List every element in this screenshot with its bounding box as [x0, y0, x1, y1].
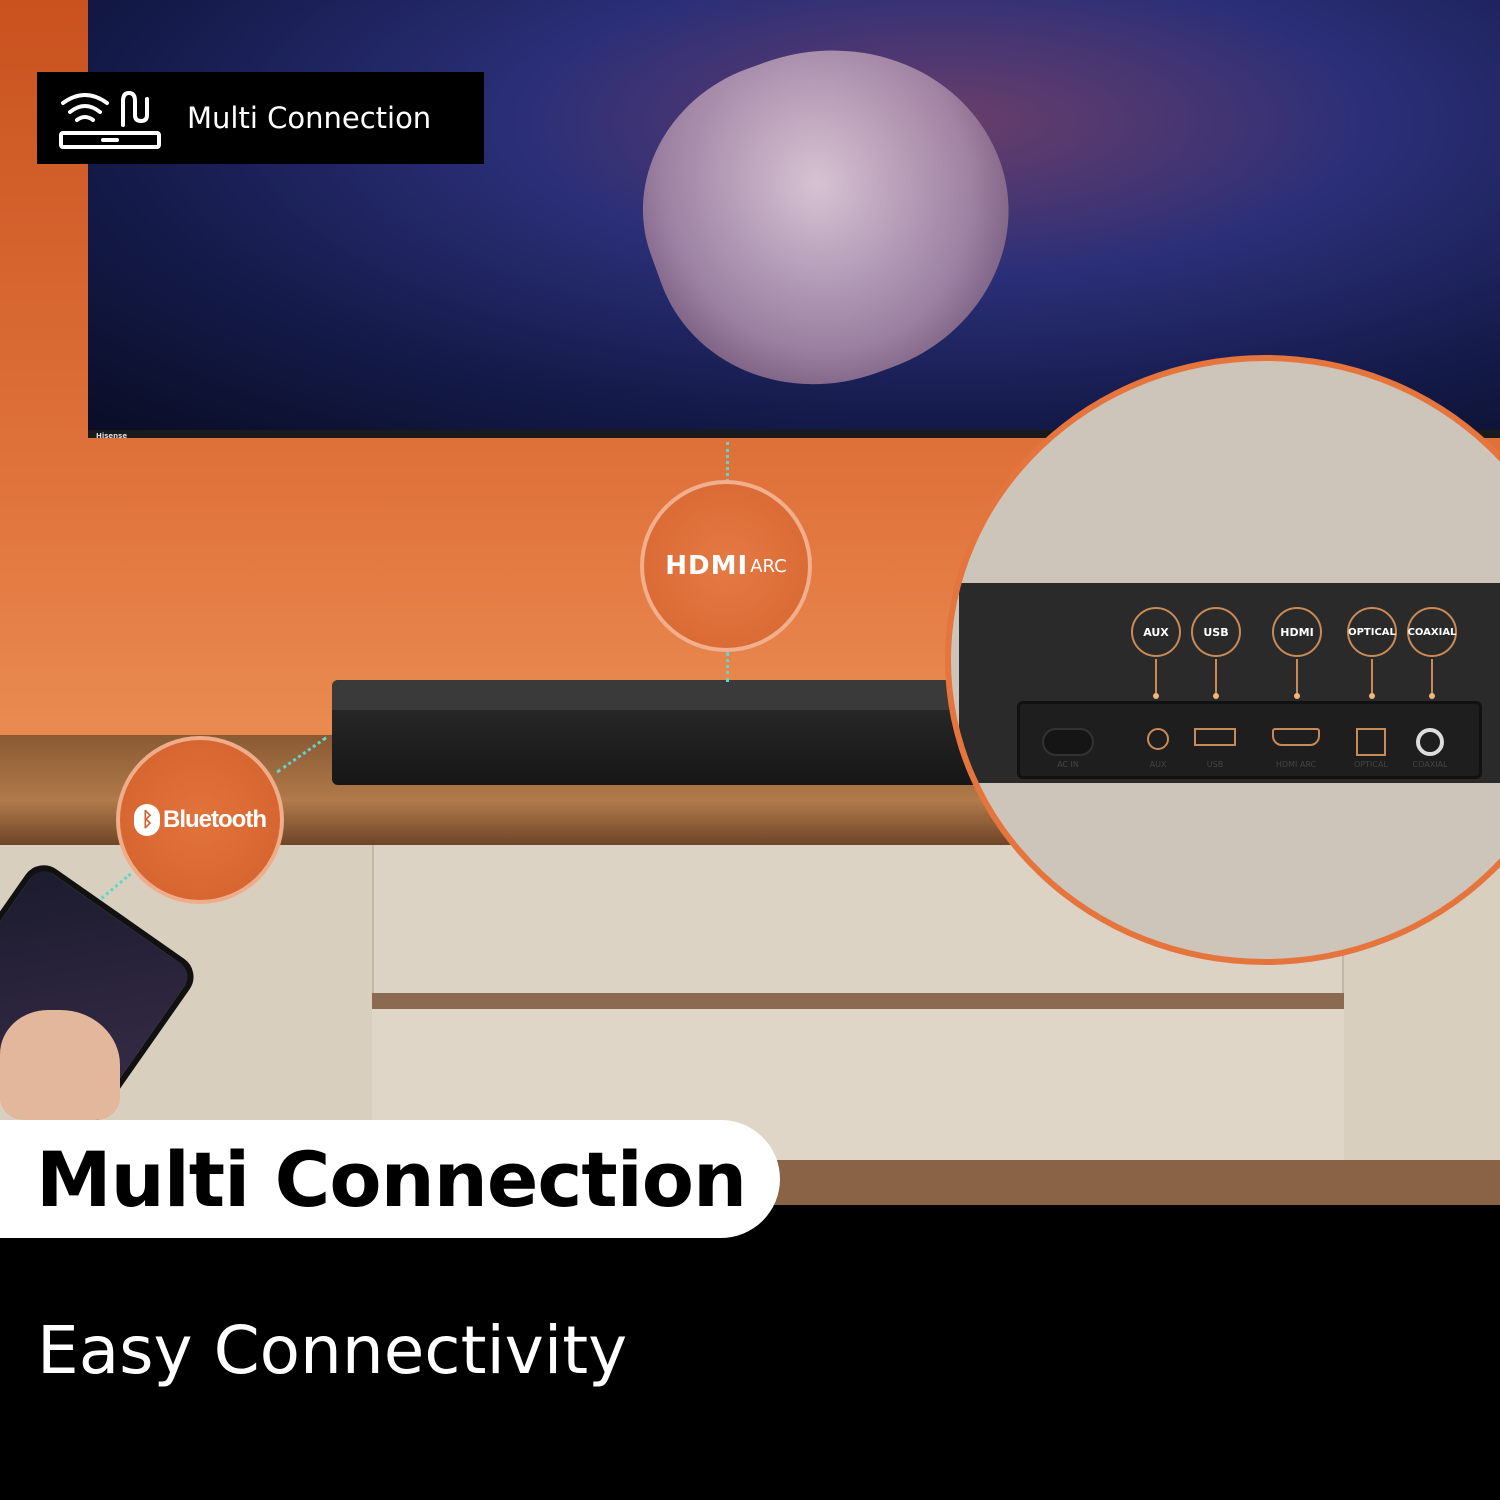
- guitar-image: [602, 0, 1054, 432]
- feature-badge-label: Multi Connection: [187, 101, 432, 135]
- callout-usb: USB: [1191, 607, 1241, 657]
- port-label: HDMI ARC: [1275, 760, 1317, 769]
- port-label: AC IN: [1057, 760, 1079, 769]
- headline-pill: Multi Connection: [0, 1120, 780, 1238]
- bluetooth-icon: ᛒ: [134, 804, 160, 836]
- soundbar-rear-panel: AUX USB HDMI OPTICAL COAXIAL AC IN AUX U…: [959, 583, 1500, 783]
- tv-brand-logo: Hisense: [96, 432, 128, 440]
- callout-optical: OPTICAL: [1347, 607, 1397, 657]
- hdmi-arc-badge: HDMI ARC: [640, 480, 812, 652]
- product-scene: Hisense HDMI ARC ᛒ Bluetooth AUX USB HDMI …: [0, 0, 1500, 1205]
- optical-port: [1356, 728, 1386, 756]
- usb-port: [1194, 728, 1236, 746]
- port-label: USB: [1206, 760, 1224, 769]
- bluetooth-label: Bluetooth: [163, 806, 267, 833]
- aux-port: [1147, 728, 1169, 750]
- connector-line: [726, 442, 729, 482]
- connector-line: [726, 652, 729, 682]
- port-recess: AC IN AUX USB HDMI ARC OPTICAL COAXIAL: [1017, 701, 1482, 779]
- soundbar: [332, 680, 1012, 785]
- coaxial-port: [1416, 728, 1444, 756]
- hand: [0, 1010, 120, 1120]
- callout-coaxial: COAXIAL: [1407, 607, 1457, 657]
- hdmi-logo: HDMI: [665, 551, 749, 581]
- wifi-cable-soundbar-icon: [59, 90, 161, 149]
- feature-badge: Multi Connection: [37, 72, 484, 164]
- callout-hdmi: HDMI: [1272, 607, 1322, 657]
- subheadline: Easy Connectivity: [37, 1312, 628, 1389]
- headline: Multi Connection: [36, 1134, 747, 1224]
- bluetooth-badge: ᛒ Bluetooth: [116, 736, 284, 904]
- port-label: COAXIAL: [1412, 760, 1448, 769]
- hdmi-port: [1272, 728, 1320, 746]
- arc-label: ARC: [750, 555, 787, 577]
- callout-aux: AUX: [1131, 607, 1181, 657]
- ac-in-port: [1042, 728, 1094, 756]
